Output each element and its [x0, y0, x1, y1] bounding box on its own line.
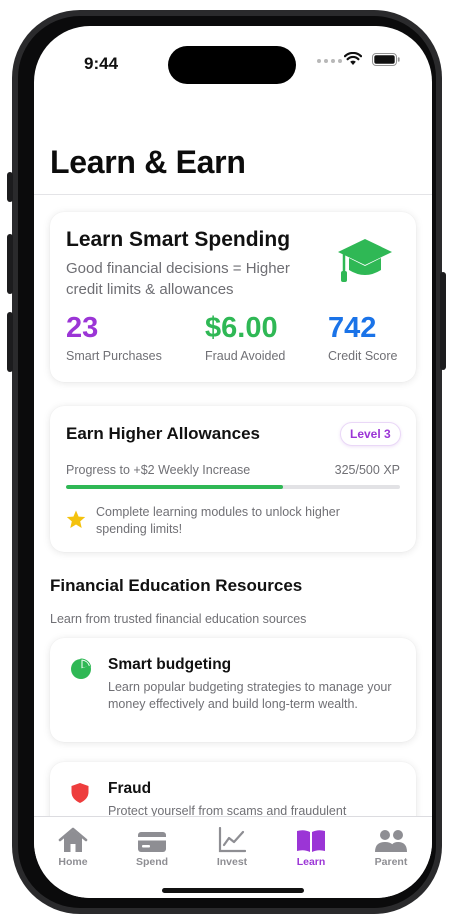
stat-value: 23	[66, 312, 99, 344]
cellular-signal-icon	[317, 59, 342, 63]
tab-home[interactable]: Home	[34, 823, 113, 868]
allowances-title: Earn Higher Allowances	[66, 424, 260, 443]
volume-up-button	[7, 234, 13, 294]
resource-title: Smart budgeting	[108, 656, 232, 673]
tab-invest[interactable]: Invest	[192, 823, 272, 868]
pie-chart-icon	[71, 658, 92, 679]
volume-down-button	[7, 312, 13, 372]
allowances-card: Earn Higher Allowances Level 3 Progress …	[50, 406, 416, 552]
allowances-note: Complete learning modules to unlock high…	[96, 505, 340, 536]
progress-bar	[66, 485, 400, 489]
page-title: Learn & Earn	[50, 144, 246, 180]
graduation-cap-icon	[338, 239, 392, 282]
status-time: 9:44	[84, 54, 119, 73]
tab-label: Learn	[296, 856, 326, 868]
wifi-icon	[344, 52, 362, 65]
tab-label: Invest	[216, 856, 248, 868]
app-screen: 9:44 Learn & Earn Learn Smart Spending G…	[34, 26, 432, 898]
dynamic-island	[168, 46, 296, 84]
home-indicator[interactable]	[162, 888, 304, 893]
progress-xp: 325/500 XP	[334, 463, 400, 477]
stat-label: Fraud Avoided	[205, 349, 286, 363]
stat-label: Credit Score	[328, 349, 398, 363]
book-icon	[297, 830, 325, 852]
power-button	[440, 272, 446, 370]
star-icon	[66, 510, 86, 528]
stat-smart-purchases: 23 Smart Purchases	[66, 312, 162, 363]
progress-label: Progress to +$2 Weekly Increase	[66, 463, 251, 477]
shield-icon	[71, 783, 89, 803]
battery-icon	[372, 53, 400, 66]
smart-spending-title: Learn Smart Spending	[66, 228, 291, 251]
level-badge: Level 3	[340, 422, 401, 446]
tab-learn[interactable]: Learn	[271, 823, 351, 868]
progress-bar-fill	[66, 485, 284, 489]
chart-line-icon	[218, 827, 246, 853]
resource-description: Learn popular budgeting strategies to ma…	[108, 680, 392, 711]
tab-label: Home	[58, 856, 88, 868]
stat-value: 742	[328, 312, 377, 344]
status-bar: 9:44	[34, 26, 432, 86]
resources-subtitle: Learn from trusted financial education s…	[50, 612, 307, 626]
stat-fraud-avoided: $6.00 Fraud Avoided	[205, 312, 285, 363]
house-icon	[58, 827, 88, 852]
resource-card-budgeting[interactable]: Smart budgeting Learn popular budgeting …	[50, 638, 416, 742]
tab-label: Parent	[374, 856, 408, 868]
stat-value: $6.00	[205, 312, 278, 344]
tab-bar: Home Spend Invest Learn Parent	[34, 816, 432, 898]
tab-spend[interactable]: Spend	[112, 823, 192, 868]
tab-label: Spend	[135, 856, 169, 868]
stat-credit-score: 742 Credit Score	[328, 312, 397, 363]
tab-parent[interactable]: Parent	[351, 823, 431, 868]
credit-card-icon	[138, 832, 166, 852]
smart-spending-subtitle: Good financial decisions = Higher credit…	[66, 260, 290, 298]
people-icon	[375, 830, 407, 852]
resource-title: Fraud	[108, 780, 152, 797]
smart-spending-card: Learn Smart Spending Good financial deci…	[50, 212, 416, 382]
resources-title: Financial Education Resources	[50, 576, 303, 595]
stat-label: Smart Purchases	[66, 349, 162, 363]
title-divider	[34, 194, 432, 195]
action-button	[7, 172, 13, 202]
